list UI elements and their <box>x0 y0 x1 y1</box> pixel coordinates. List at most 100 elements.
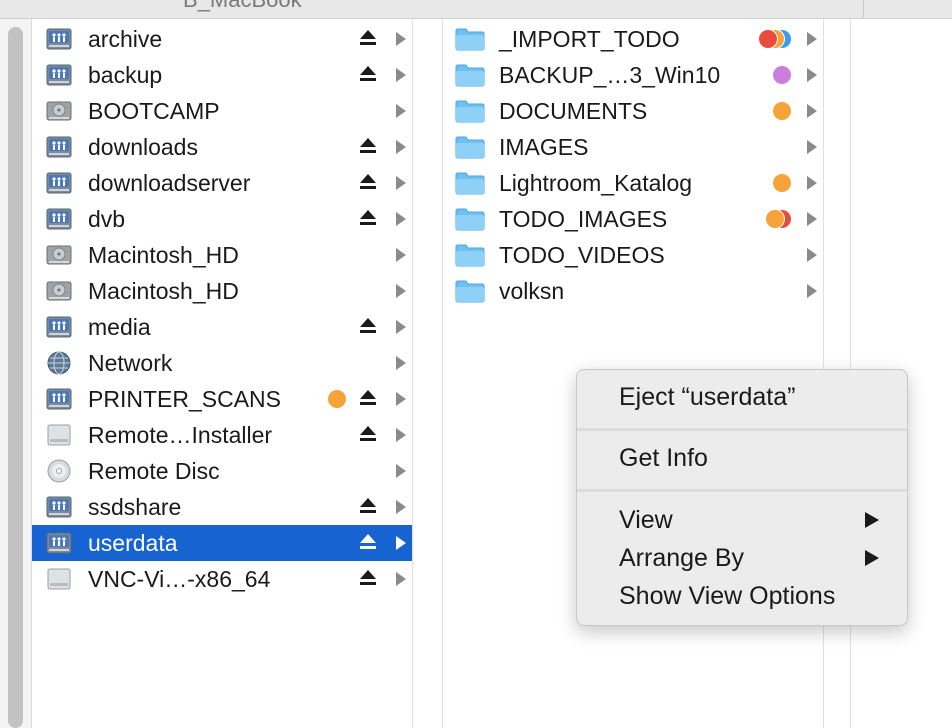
volume-label: downloads <box>88 134 198 160</box>
color-tag-icon <box>773 102 791 120</box>
eject-bar <box>360 546 376 549</box>
volume-row-ssdshare[interactable]: ssdshare <box>32 489 412 525</box>
volume-label: Network <box>88 350 173 376</box>
disclosure-arrow-icon <box>396 140 406 154</box>
volume-row-macintosh-hd[interactable]: Macintosh_HD <box>32 273 412 309</box>
eject-icon[interactable] <box>360 138 376 156</box>
eject-icon[interactable] <box>360 210 376 228</box>
external-drive-icon <box>46 567 72 591</box>
eject-bar <box>360 438 376 441</box>
menu-item-get-info[interactable]: Get Info <box>577 439 907 477</box>
eject-triangle <box>360 30 376 39</box>
volume-row-archive[interactable]: archive <box>32 21 412 57</box>
disclosure-arrow-icon <box>807 284 817 298</box>
volume-label: downloadserver <box>88 170 251 196</box>
eject-triangle <box>360 534 376 543</box>
eject-bar <box>360 330 376 333</box>
menu-item-show-view-options[interactable]: Show View Options <box>577 577 907 615</box>
color-tag-icon <box>773 174 791 192</box>
folder-row--import-todo[interactable]: _IMPORT_TODO <box>443 21 823 57</box>
disclosure-arrow-icon <box>396 500 406 514</box>
submenu-arrow-icon <box>865 512 879 528</box>
volume-row-downloadserver[interactable]: downloadserver <box>32 165 412 201</box>
toolbar-divider <box>863 0 864 18</box>
menu-item-view[interactable]: View <box>577 501 907 539</box>
volume-row-remote-disc[interactable]: Remote Disc <box>32 453 412 489</box>
volume-row-media[interactable]: media <box>32 309 412 345</box>
volume-label: archive <box>88 26 163 52</box>
disclosure-arrow-icon <box>807 68 817 82</box>
color-tags <box>766 210 791 228</box>
menu-item-label: Eject “userdata” <box>619 383 796 411</box>
disclosure-arrow-icon <box>396 356 406 370</box>
folder-row-volksn[interactable]: volksn <box>443 273 823 309</box>
eject-icon[interactable] <box>360 570 376 588</box>
folder-row-lightroom-katalog[interactable]: Lightroom_Katalog <box>443 165 823 201</box>
folder-icon <box>455 99 485 123</box>
folder-label: DOCUMENTS <box>499 98 648 124</box>
disclosure-arrow-icon <box>396 212 406 226</box>
hard-drive-icon <box>46 243 72 267</box>
volume-label: VNC-Vi…-x86_64 <box>88 566 271 592</box>
folder-row-images[interactable]: IMAGES <box>443 129 823 165</box>
volume-label: userdata <box>88 530 178 556</box>
volume-row-printer-scans[interactable]: PRINTER_SCANS <box>32 381 412 417</box>
volume-label: PRINTER_SCANS <box>88 386 281 412</box>
color-tag-icon <box>759 30 777 48</box>
folder-label: IMAGES <box>499 134 589 160</box>
hard-drive-icon <box>46 99 72 123</box>
volume-label: backup <box>88 62 163 88</box>
color-tags <box>773 174 791 192</box>
menu-item-label: Show View Options <box>619 582 836 610</box>
volume-label: Macintosh_HD <box>88 242 239 268</box>
folder-row-documents[interactable]: DOCUMENTS <box>443 93 823 129</box>
network-share-icon <box>46 531 72 555</box>
eject-icon[interactable] <box>360 498 376 516</box>
disclosure-arrow-icon <box>396 320 406 334</box>
eject-triangle <box>360 318 376 327</box>
volume-row-macintosh-hd[interactable]: Macintosh_HD <box>32 237 412 273</box>
volume-label: Macintosh_HD <box>88 278 239 304</box>
menu-item-arrange-by[interactable]: Arrange By <box>577 539 907 577</box>
eject-icon[interactable] <box>360 318 376 336</box>
menu-item-eject[interactable]: Eject “userdata” <box>577 378 907 416</box>
hard-drive-icon <box>46 279 72 303</box>
menu-item-label: View <box>619 506 673 534</box>
menu-item-label: Arrange By <box>619 544 745 572</box>
eject-icon[interactable] <box>360 174 376 192</box>
volume-row-userdata[interactable]: userdata <box>32 525 412 561</box>
disclosure-arrow-icon <box>396 572 406 586</box>
network-share-icon <box>46 171 72 195</box>
folder-row-todo-images[interactable]: TODO_IMAGES <box>443 201 823 237</box>
folder-row-todo-videos[interactable]: TODO_VIDEOS <box>443 237 823 273</box>
menu-separator <box>577 489 907 492</box>
volume-row-remote-installer[interactable]: Remote…Installer <box>32 417 412 453</box>
left-scrollbar[interactable] <box>0 19 32 728</box>
eject-triangle <box>360 66 376 75</box>
folder-label: Lightroom_Katalog <box>499 170 693 196</box>
disclosure-arrow-icon <box>807 140 817 154</box>
volume-row-backup[interactable]: backup <box>32 57 412 93</box>
volume-row-vnc-vi-x86-64[interactable]: VNC-Vi…-x86_64 <box>32 561 412 597</box>
folder-row-backup-3-win10[interactable]: BACKUP_…3_Win10 <box>443 57 823 93</box>
eject-icon[interactable] <box>360 390 376 408</box>
eject-triangle <box>360 498 376 507</box>
folder-icon <box>455 63 485 87</box>
volume-row-bootcamp[interactable]: BOOTCAMP <box>32 93 412 129</box>
volume-row-downloads[interactable]: downloads <box>32 129 412 165</box>
folder-icon <box>455 207 485 231</box>
eject-bar <box>360 186 376 189</box>
eject-bar <box>360 42 376 45</box>
scroll-thumb[interactable] <box>8 27 23 728</box>
network-globe-icon <box>46 351 72 375</box>
eject-icon[interactable] <box>360 534 376 552</box>
volume-label: Remote…Installer <box>88 422 273 448</box>
folder-label: _IMPORT_TODO <box>499 26 680 52</box>
folder-label: TODO_IMAGES <box>499 206 668 232</box>
volume-row-network[interactable]: Network <box>32 345 412 381</box>
eject-icon[interactable] <box>360 426 376 444</box>
submenu-arrow-icon <box>865 550 879 566</box>
volume-row-dvb[interactable]: dvb <box>32 201 412 237</box>
eject-icon[interactable] <box>360 66 376 84</box>
eject-icon[interactable] <box>360 30 376 48</box>
